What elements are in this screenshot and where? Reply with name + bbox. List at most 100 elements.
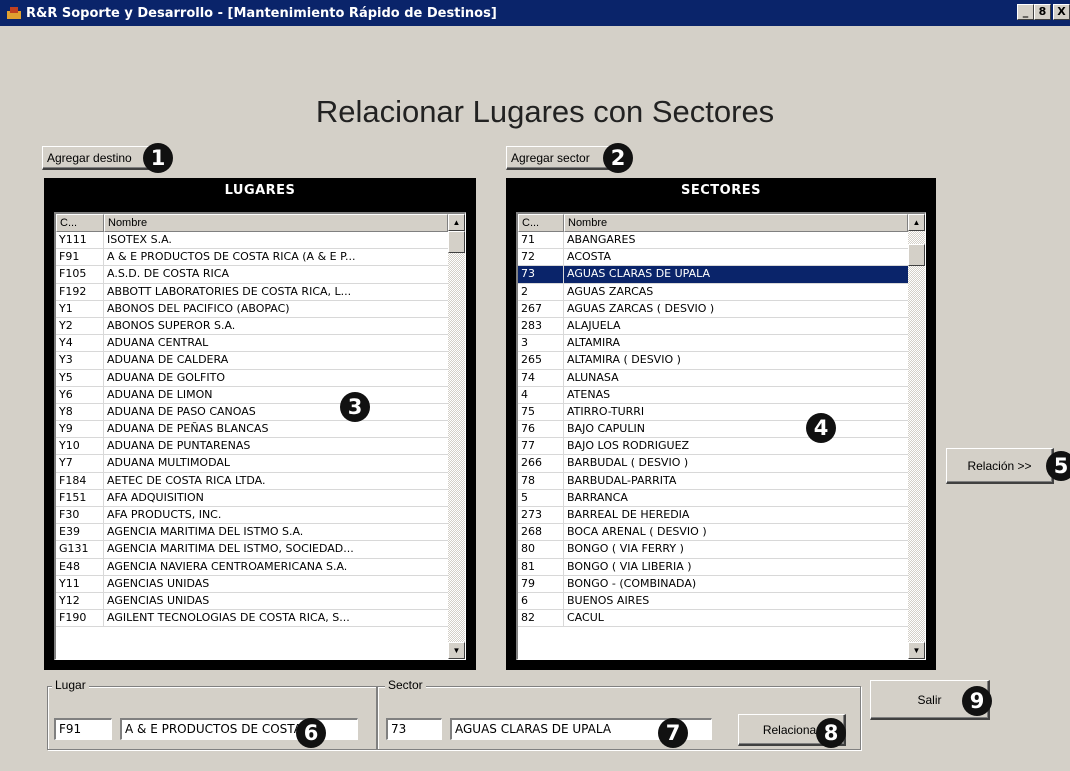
lugares-row-code: Y12 bbox=[56, 592, 104, 610]
lugares-row-code: E48 bbox=[56, 558, 104, 575]
add-destino-button[interactable]: Agregar destino bbox=[42, 146, 154, 170]
sectores-row-code: 2 bbox=[518, 283, 564, 300]
sectores-row[interactable]: 5 BARRANCA bbox=[518, 489, 908, 507]
lugares-row-code: F91 bbox=[56, 249, 104, 266]
lugares-row[interactable]: Y8 ADUANA DE PASO CANOAS bbox=[56, 403, 448, 422]
lugares-list[interactable]: C... Nombre Y111 ISOTEX S.A. F91 A & E PROD… bbox=[54, 212, 466, 660]
lugares-row[interactable]: Y10 ADUANA DE PUNTARENAS bbox=[56, 438, 448, 456]
sectores-row-code: 75 bbox=[518, 403, 564, 421]
sectores-row[interactable]: 75 ATIRRO-TURRI bbox=[518, 403, 908, 422]
sectores-row-name: BARREAL DE HEREDIA bbox=[567, 508, 690, 521]
sectores-title: SECTORES bbox=[681, 183, 761, 198]
sectores-row[interactable]: 6 BUENOS AIRES bbox=[518, 592, 908, 611]
callout-badge-3: 3 bbox=[340, 392, 370, 422]
sectores-row[interactable]: 81 BONGO ( VIA LIBERIA ) bbox=[518, 558, 908, 576]
sectores-row[interactable]: 4 ATENAS bbox=[518, 386, 908, 404]
lugares-title: LUGARES bbox=[224, 183, 296, 198]
lugar-code-field[interactable]: F91 bbox=[54, 718, 112, 740]
sectores-row-code: 80 bbox=[518, 541, 564, 558]
sectores-row-code: 77 bbox=[518, 438, 564, 455]
lugares-row-name: A & E PRODUCTOS DE COSTA RICA (A & E P..… bbox=[107, 250, 356, 264]
sectores-row[interactable]: 78 BARBUDAL-PARRITA bbox=[518, 472, 908, 490]
sectores-row[interactable]: 266 BARBUDAL ( DESVIO ) bbox=[518, 455, 908, 473]
lugares-row[interactable]: Y2 ABONOS SUPEROR S.A. bbox=[56, 317, 448, 336]
close-button[interactable]: X bbox=[1053, 4, 1070, 20]
scroll-thumb[interactable] bbox=[448, 231, 465, 253]
lugares-row[interactable]: Y9 ADUANA DE PEÑAS BLANCAS bbox=[56, 421, 448, 439]
sectores-row-code: 79 bbox=[518, 575, 564, 592]
lugares-row-code: F30 bbox=[56, 507, 104, 524]
sectores-col-code[interactable]: C... bbox=[518, 214, 564, 232]
sectores-row-name: ABANGARES bbox=[567, 233, 636, 246]
sectores-row-name: BONGO - (COMBINADA) bbox=[567, 576, 697, 590]
sector-code-field[interactable]: 73 bbox=[386, 718, 442, 740]
sectores-row-name: CACUL bbox=[567, 611, 604, 625]
lugares-row-name: ISOTEX S.A. bbox=[107, 233, 172, 246]
lugares-row[interactable]: Y5 ADUANA DE GOLFITO bbox=[56, 369, 448, 387]
lugares-row[interactable]: Y11 AGENCIAS UNIDAS bbox=[56, 575, 448, 593]
callout-badge-2: 2 bbox=[603, 143, 633, 173]
lugares-row[interactable]: F91 A & E PRODUCTOS DE COSTA RICA (A & E … bbox=[56, 249, 448, 267]
sectores-row[interactable]: 76 BAJO CAPULIN bbox=[518, 421, 908, 439]
sectores-row-name: AGUAS ZARCAS bbox=[567, 284, 654, 298]
sectores-row-name: ALUNASA bbox=[567, 370, 619, 384]
lugares-row[interactable]: E39 AGENCIA MARITIMA DEL ISTMO S.A. bbox=[56, 524, 448, 542]
sectores-row[interactable]: 273 BARREAL DE HEREDIA bbox=[518, 507, 908, 525]
lugares-row[interactable]: F105 A.S.D. DE COSTA RICA bbox=[56, 266, 448, 284]
sectores-row[interactable]: 71 ABANGARES bbox=[518, 232, 908, 250]
sectores-row[interactable]: 265 ALTAMIRA ( DESVIO ) bbox=[518, 352, 908, 370]
title-bar: R&R Soporte y Desarrollo - [Mantenimient… bbox=[0, 0, 1070, 26]
lugares-row[interactable]: F30 AFA PRODUCTS, INC. bbox=[56, 507, 448, 525]
sectores-row[interactable]: 74 ALUNASA bbox=[518, 369, 908, 387]
lugares-list-header: C... Nombre bbox=[56, 214, 448, 232]
sectores-row[interactable]: 77 BAJO LOS RODRIGUEZ bbox=[518, 438, 908, 456]
sectores-row[interactable]: 283 ALAJUELA bbox=[518, 317, 908, 336]
lugares-row-code: Y2 bbox=[56, 317, 104, 335]
lugares-row[interactable]: F192 ABBOTT LABORATORIES DE COSTA RICA, L… bbox=[56, 283, 448, 301]
scroll-up-arrow-icon[interactable]: ▲ bbox=[448, 214, 465, 231]
scroll-down-arrow-icon[interactable]: ▼ bbox=[908, 642, 925, 659]
lugares-scrollbar[interactable]: ▲ ▼ bbox=[448, 214, 465, 659]
restore-button[interactable]: 8 bbox=[1034, 4, 1051, 20]
sectores-row-name: AGUAS CLARAS DE UPALA bbox=[567, 267, 711, 281]
sectores-row[interactable]: 73 AGUAS CLARAS DE UPALA bbox=[518, 266, 908, 284]
lugares-row-code: Y11 bbox=[56, 575, 104, 592]
window-controls: _ 8 X bbox=[1017, 4, 1070, 20]
lugares-row[interactable]: Y111 ISOTEX S.A. bbox=[56, 232, 448, 250]
sectores-scrollbar[interactable]: ▲ ▼ bbox=[908, 214, 925, 659]
sectores-row[interactable]: 2 AGUAS ZARCAS bbox=[518, 283, 908, 301]
lugares-row-code: Y9 bbox=[56, 421, 104, 438]
lugares-row[interactable]: Y1 ABONOS DEL PACIFICO (ABOPAC) bbox=[56, 300, 448, 318]
lugares-row[interactable]: Y4 ADUANA CENTRAL bbox=[56, 335, 448, 353]
sectores-row[interactable]: 268 BOCA ARENAL ( DESVIO ) bbox=[518, 524, 908, 542]
sectores-row-code: 72 bbox=[518, 249, 564, 266]
lugares-row[interactable]: E48 AGENCIA NAVIERA CENTROAMERICANA S.A. bbox=[56, 558, 448, 576]
add-sector-button[interactable]: Agregar sector bbox=[506, 146, 614, 170]
lugares-row[interactable]: F190 AGILENT TECNOLOGIAS DE COSTA RICA, S… bbox=[56, 610, 448, 628]
lugares-col-code[interactable]: C... bbox=[56, 214, 104, 232]
sectores-row[interactable]: 267 AGUAS ZARCAS ( DESVIO ) bbox=[518, 300, 908, 318]
scroll-down-arrow-icon[interactable]: ▼ bbox=[448, 642, 465, 659]
lugares-row-name: AGILENT TECNOLOGIAS DE COSTA RICA, S... bbox=[107, 611, 350, 625]
lugares-row[interactable]: Y3 ADUANA DE CALDERA bbox=[56, 352, 448, 370]
minimize-button[interactable]: _ bbox=[1017, 4, 1034, 20]
sectores-row[interactable]: 3 ALTAMIRA bbox=[518, 335, 908, 353]
lugares-row[interactable]: F184 AETEC DE COSTA RICA LTDA. bbox=[56, 472, 448, 490]
lugares-row[interactable]: Y6 ADUANA DE LIMON bbox=[56, 386, 448, 404]
sectores-list[interactable]: C... Nombre 71 ABANGARES 72 ACOSTA 73 AGUAS C… bbox=[516, 212, 926, 660]
sectores-row-code: 78 bbox=[518, 472, 564, 489]
lugares-row[interactable]: Y12 AGENCIAS UNIDAS bbox=[56, 592, 448, 611]
sectores-col-name[interactable]: Nombre bbox=[564, 214, 908, 232]
sectores-row[interactable]: 72 ACOSTA bbox=[518, 249, 908, 267]
scroll-up-arrow-icon[interactable]: ▲ bbox=[908, 214, 925, 231]
sectores-row[interactable]: 79 BONGO - (COMBINADA) bbox=[518, 575, 908, 593]
scroll-thumb[interactable] bbox=[908, 244, 925, 266]
sectores-row[interactable]: 80 BONGO ( VIA FERRY ) bbox=[518, 541, 908, 559]
relacion-button[interactable]: Relación >> bbox=[946, 448, 1054, 484]
lugares-col-name[interactable]: Nombre bbox=[104, 214, 448, 232]
lugares-row[interactable]: F151 AFA ADQUISITION bbox=[56, 489, 448, 507]
lugares-row-code: G131 bbox=[56, 541, 104, 558]
lugares-row[interactable]: G131 AGENCIA MARITIMA DEL ISTMO, SOCIEDAD… bbox=[56, 541, 448, 559]
lugares-row[interactable]: Y7 ADUANA MULTIMODAL bbox=[56, 455, 448, 473]
sectores-row[interactable]: 82 CACUL bbox=[518, 610, 908, 628]
